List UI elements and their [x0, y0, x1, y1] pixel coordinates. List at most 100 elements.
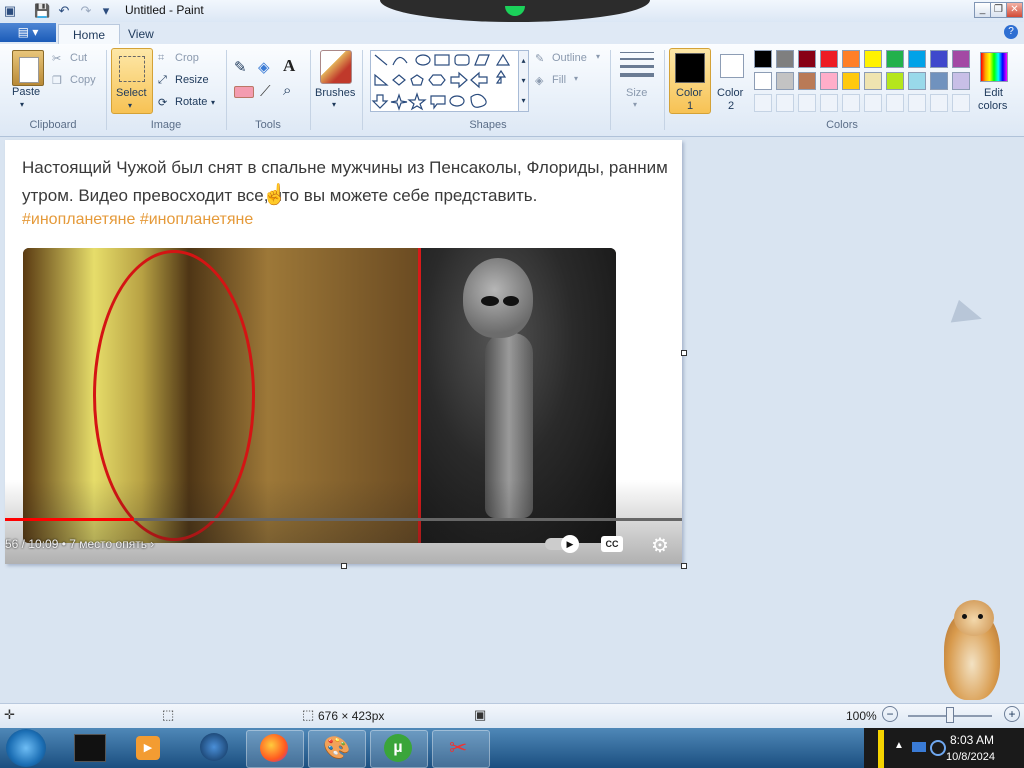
- brushes-button[interactable]: Brushes: [315, 87, 355, 99]
- zoom-in-button[interactable]: +: [1004, 706, 1020, 722]
- separator: [106, 50, 107, 130]
- clock-date[interactable]: 10/8/2024: [946, 751, 995, 763]
- custom-color-slot[interactable]: [754, 94, 772, 112]
- rotate-dropdown-icon[interactable]: ▾: [211, 98, 215, 107]
- resize-handle-corner[interactable]: [681, 563, 687, 569]
- color2-label[interactable]: Color: [717, 87, 743, 99]
- help-icon[interactable]: ?: [1004, 25, 1018, 39]
- edit-colors-icon[interactable]: [980, 52, 1008, 82]
- zoom-slider-thumb[interactable]: [946, 707, 954, 723]
- show-hidden-icons-icon[interactable]: ▲: [894, 740, 904, 751]
- taskbar-app-firefox[interactable]: [246, 730, 304, 768]
- color-swatch[interactable]: [754, 50, 772, 68]
- alien-head: [463, 258, 533, 338]
- color-swatch[interactable]: [952, 50, 970, 68]
- fill-bucket-icon[interactable]: ◈: [258, 58, 270, 76]
- tab-view[interactable]: View: [114, 24, 168, 44]
- color-swatch[interactable]: [930, 72, 948, 90]
- save-icon[interactable]: 💾: [34, 3, 50, 19]
- color-swatch[interactable]: [820, 72, 838, 90]
- size-button[interactable]: Size: [626, 87, 647, 99]
- brushes-icon[interactable]: [320, 50, 352, 84]
- color-swatch[interactable]: [776, 72, 794, 90]
- color-picker-icon[interactable]: ⟋: [260, 83, 271, 100]
- color-swatch[interactable]: [886, 72, 904, 90]
- file-menu-button[interactable]: ▤ ▾: [0, 23, 56, 42]
- custom-color-slot[interactable]: [842, 94, 860, 112]
- redo-icon[interactable]: ↷: [78, 3, 94, 19]
- color-swatch[interactable]: [842, 72, 860, 90]
- shapes-gallery[interactable]: [370, 50, 520, 112]
- color-swatch[interactable]: [820, 50, 838, 68]
- color2-swatch[interactable]: [720, 54, 744, 78]
- undo-icon[interactable]: ↶: [56, 3, 72, 19]
- color-swatch[interactable]: [798, 50, 816, 68]
- color-swatch[interactable]: [930, 50, 948, 68]
- captions-icon: CC: [601, 536, 623, 552]
- custom-color-slot[interactable]: [952, 94, 970, 112]
- edit-colors-button[interactable]: Edit: [984, 87, 1003, 99]
- network-icon[interactable]: [912, 742, 926, 752]
- color-swatch[interactable]: [952, 72, 970, 90]
- drawing-canvas[interactable]: Настоящий Чужой был снят в спальне мужчи…: [5, 140, 682, 564]
- outline-dropdown-icon[interactable]: ▾: [596, 52, 600, 61]
- outline-button[interactable]: Outline: [552, 52, 587, 64]
- shapes-scroll[interactable]: ▴ ▾ ▾: [518, 50, 529, 112]
- cut-button[interactable]: Cut: [70, 52, 87, 64]
- paste-icon[interactable]: [12, 50, 44, 86]
- color-swatch[interactable]: [908, 72, 926, 90]
- color-swatch[interactable]: [842, 50, 860, 68]
- resize-handle-right[interactable]: [681, 350, 687, 356]
- custom-color-slot[interactable]: [820, 94, 838, 112]
- custom-color-slot[interactable]: [886, 94, 904, 112]
- brushes-dropdown-icon[interactable]: ▾: [332, 100, 336, 109]
- fill-button[interactable]: Fill: [552, 74, 566, 86]
- clock-time[interactable]: 8:03 AM: [950, 733, 994, 747]
- size-dropdown-icon[interactable]: ▾: [633, 100, 637, 109]
- rotate-button[interactable]: Rotate: [175, 96, 207, 108]
- color-swatch[interactable]: [864, 50, 882, 68]
- text-tool-icon[interactable]: A: [283, 56, 295, 76]
- color1-button[interactable]: Color 1: [669, 48, 711, 114]
- eraser-icon[interactable]: [234, 86, 254, 98]
- size-icon[interactable]: [620, 52, 654, 77]
- custom-color-slot[interactable]: [908, 94, 926, 112]
- color-swatch[interactable]: [864, 72, 882, 90]
- tab-home[interactable]: Home: [58, 24, 121, 45]
- color-swatch[interactable]: [886, 50, 904, 68]
- custom-color-slot[interactable]: [776, 94, 794, 112]
- minimize-button[interactable]: _: [974, 2, 991, 18]
- taskbar-app-terminal[interactable]: [62, 730, 118, 766]
- color-swatch[interactable]: [908, 50, 926, 68]
- paste-dropdown-icon[interactable]: ▾: [20, 100, 24, 109]
- color-swatch[interactable]: [776, 50, 794, 68]
- zoom-out-button[interactable]: −: [882, 706, 898, 722]
- taskbar-app-media[interactable]: ▶: [120, 730, 176, 766]
- post-text: Настоящий Чужой был снят в спальне мужчи…: [22, 158, 668, 205]
- crop-button[interactable]: Crop: [175, 52, 199, 64]
- close-button[interactable]: ✕: [1006, 2, 1023, 18]
- fill-dropdown-icon[interactable]: ▾: [574, 74, 578, 83]
- taskbar-app-globe[interactable]: [186, 730, 242, 766]
- paint-app-icon[interactable]: ▣: [2, 3, 18, 19]
- magnifier-icon[interactable]: ⌕: [283, 82, 291, 99]
- paste-button[interactable]: Paste: [12, 86, 40, 98]
- select-button[interactable]: Select ▾: [111, 48, 153, 114]
- custom-color-slot[interactable]: [930, 94, 948, 112]
- copy-button[interactable]: Copy: [70, 74, 96, 86]
- pencil-icon[interactable]: ✎: [234, 58, 247, 76]
- restore-button[interactable]: ❐: [990, 2, 1007, 18]
- desktop-hamster-pet[interactable]: [932, 600, 1012, 704]
- start-button[interactable]: [6, 729, 46, 767]
- taskbar-app-paint[interactable]: 🎨: [308, 730, 366, 768]
- custom-color-slot[interactable]: [864, 94, 882, 112]
- resize-button[interactable]: Resize: [175, 74, 209, 86]
- color-swatch[interactable]: [798, 72, 816, 90]
- color-swatch[interactable]: [754, 72, 772, 90]
- custom-color-slot[interactable]: [798, 94, 816, 112]
- taskbar-app-utorrent[interactable]: µ: [370, 730, 428, 768]
- resize-handle-bottom[interactable]: [341, 563, 347, 569]
- taskbar-app-snipping[interactable]: ✂: [432, 730, 490, 768]
- volume-icon[interactable]: [930, 740, 946, 756]
- customize-toolbar-icon[interactable]: ▾: [98, 3, 114, 19]
